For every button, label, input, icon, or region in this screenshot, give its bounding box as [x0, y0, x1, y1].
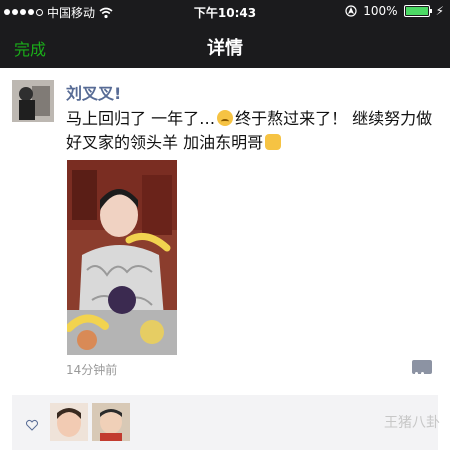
author-avatar[interactable]: [12, 80, 54, 122]
liker-avatar[interactable]: [50, 403, 88, 441]
post-timestamp: 14分钟前: [66, 363, 118, 377]
comment-icon[interactable]: [412, 360, 432, 375]
liker-avatar[interactable]: [92, 403, 130, 441]
battery-icon: [403, 5, 432, 17]
post-photo[interactable]: [67, 160, 177, 355]
status-right: 100% ⚡: [345, 4, 444, 18]
flexed-biceps-emoji-icon: [265, 134, 282, 150]
likes-section: [12, 395, 438, 450]
nav-bar: 完成 详情: [0, 22, 450, 68]
author-name[interactable]: 刘叉叉!: [66, 80, 121, 104]
post-text-part1: 马上回归了 一年了…: [66, 109, 216, 128]
status-bar: 中国移动 下午10:43 100% ⚡: [0, 0, 450, 22]
location-icon: [345, 5, 357, 17]
page-title: 详情: [207, 38, 243, 59]
post-text: 马上回归了 一年了… 终于熬过来了！ 继续努力做好叉家的领头羊 加油东明哥: [66, 107, 436, 155]
battery-percent: 100%: [363, 4, 398, 18]
heart-icon: [26, 419, 38, 431]
charging-icon: ⚡: [435, 4, 444, 18]
sad-face-emoji-icon: [217, 110, 234, 126]
watermark-logo: 王猪八卦: [384, 415, 440, 431]
